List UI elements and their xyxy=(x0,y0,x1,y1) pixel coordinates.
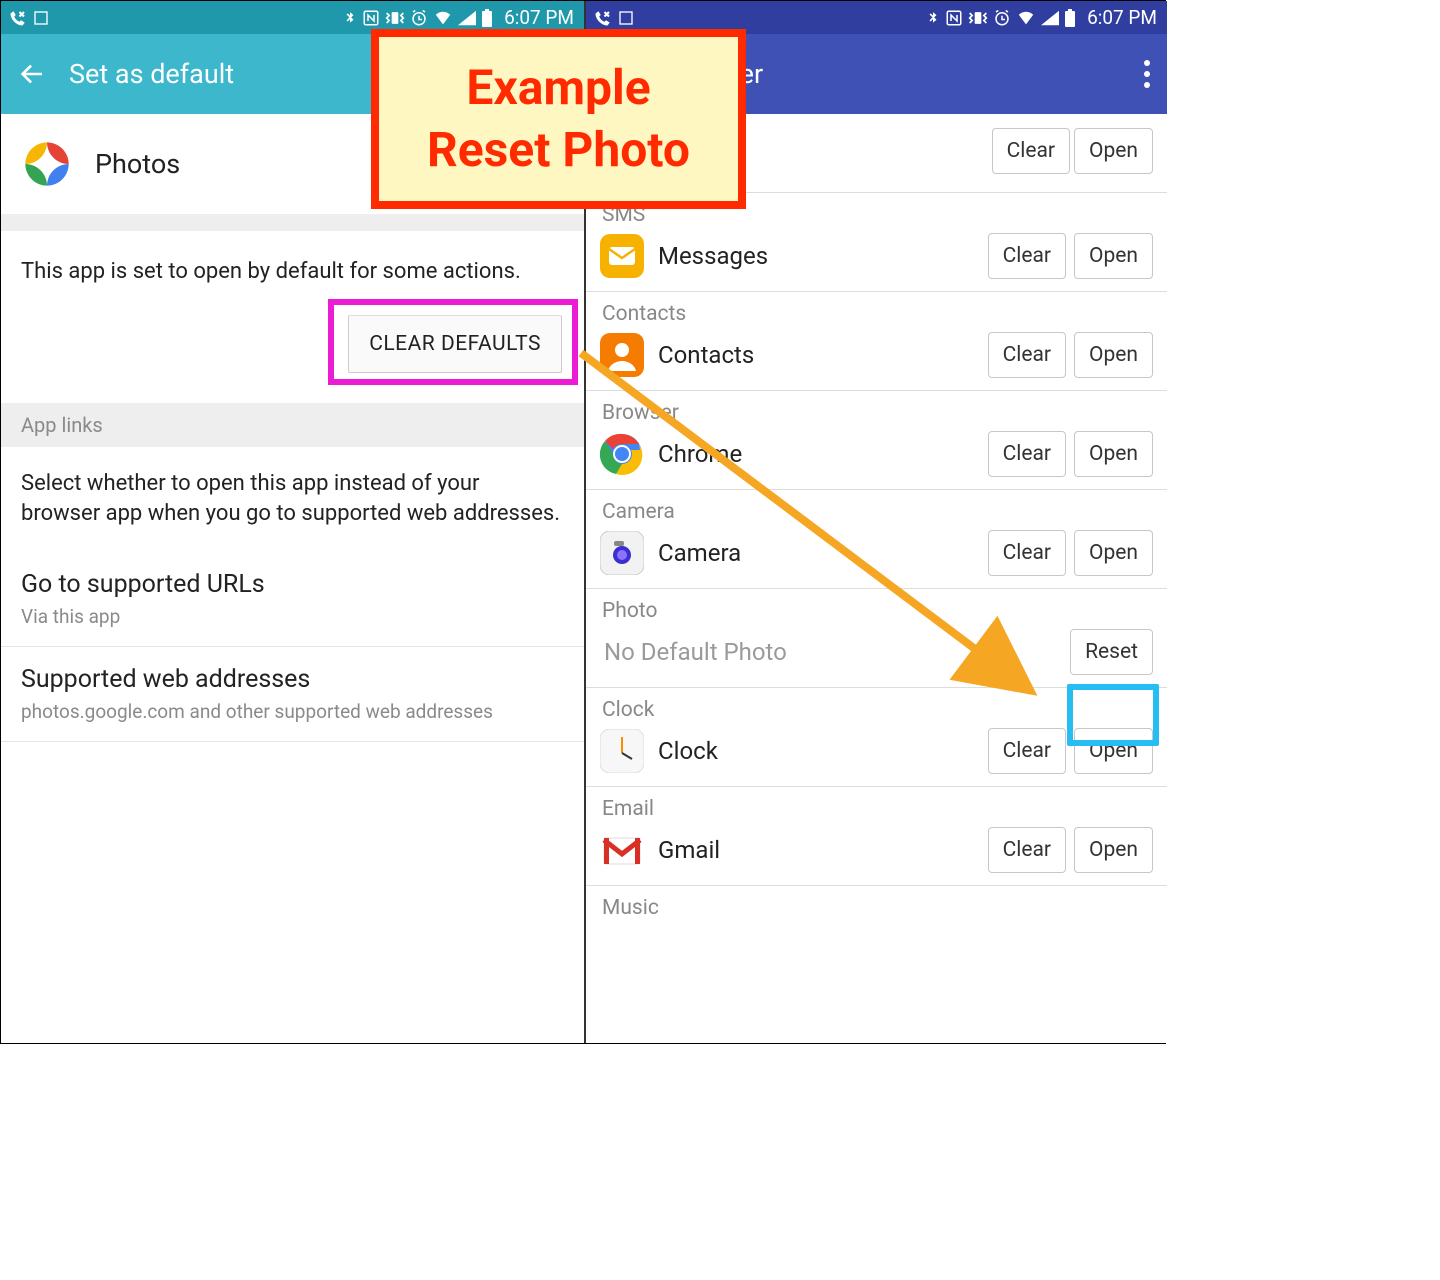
clear-defaults-container: CLEAR DEFAULTS xyxy=(1,287,584,403)
category-row: Browser Chrome ClearOpen xyxy=(586,391,1167,490)
wifi-icon xyxy=(1016,10,1036,26)
open-button[interactable]: Open xyxy=(1074,128,1153,174)
vibrate-icon xyxy=(385,10,405,26)
app-name: Contacts xyxy=(658,341,754,369)
open-button[interactable]: Open xyxy=(1074,233,1153,279)
item-subtitle: photos.google.com and other supported we… xyxy=(21,700,564,723)
screenshot-icon xyxy=(618,10,634,26)
open-button[interactable]: Open xyxy=(1074,332,1153,378)
bluetooth-icon xyxy=(926,9,940,27)
app-name: Gmail xyxy=(658,836,720,864)
app-name: Camera xyxy=(658,539,741,567)
status-time: 6:07 PM xyxy=(1087,6,1157,29)
default-text: This app is set to open by default for s… xyxy=(1,231,584,287)
category-label: Camera xyxy=(602,500,1153,524)
overflow-menu-icon[interactable] xyxy=(1143,60,1151,88)
app-manager-list: Clear Open SMSMessagesClearOpenContactsC… xyxy=(586,114,1167,1043)
screenshot-icon xyxy=(33,10,49,26)
alarm-icon xyxy=(410,9,428,27)
cyan-highlight xyxy=(1067,684,1159,746)
divider xyxy=(1,214,584,231)
clear-button[interactable]: Clear xyxy=(988,530,1066,576)
category-label: Music xyxy=(602,896,1153,920)
chrome-icon xyxy=(600,432,644,476)
callout-line1: Example xyxy=(466,57,650,119)
messages-icon xyxy=(600,234,644,278)
wifi-calling-icon xyxy=(594,9,612,27)
item-title: Go to supported URLs xyxy=(21,570,564,599)
category-row: Email Gmail ClearOpen xyxy=(586,787,1167,886)
clear-button[interactable]: Clear xyxy=(992,128,1070,174)
status-right-icons: 6:07 PM xyxy=(343,6,574,29)
vibrate-icon xyxy=(968,10,988,26)
status-time: 6:07 PM xyxy=(504,6,574,29)
status-right-icons: 6:07 PM xyxy=(926,6,1157,29)
contacts-icon xyxy=(600,333,644,377)
magenta-highlight xyxy=(328,299,578,385)
open-button[interactable]: Open xyxy=(1074,431,1153,477)
category-row: Camera Camera ClearOpen xyxy=(586,490,1167,589)
reset-button[interactable]: Reset xyxy=(1070,629,1153,675)
supported-web-addresses[interactable]: Supported web addresses photos.google.co… xyxy=(1,647,584,742)
app-links-description: Select whether to open this app instead … xyxy=(1,447,584,553)
camera-icon xyxy=(600,531,644,575)
wifi-calling-icon xyxy=(9,9,27,27)
battery-icon xyxy=(481,9,493,27)
google-photos-icon xyxy=(21,138,73,190)
clock-icon xyxy=(600,729,644,773)
alarm-icon xyxy=(993,9,1011,27)
go-to-supported-urls[interactable]: Go to supported URLs Via this app xyxy=(1,552,584,647)
category-label: Contacts xyxy=(602,302,1153,326)
clear-button[interactable]: Clear xyxy=(988,728,1066,774)
signal-icon xyxy=(458,10,476,26)
gmail-icon xyxy=(600,828,644,872)
app-name: Chrome xyxy=(658,440,742,468)
app-name: Messages xyxy=(658,242,768,270)
nfc-icon xyxy=(945,9,963,27)
nfc-icon xyxy=(362,9,380,27)
tutorial-composite: 6:07 PM Set as default Photos This app i… xyxy=(0,0,1166,1044)
clear-button[interactable]: Clear xyxy=(988,233,1066,279)
clear-button[interactable]: Clear xyxy=(988,431,1066,477)
category-row: Contacts Contacts ClearOpen xyxy=(586,292,1167,391)
open-button[interactable]: Open xyxy=(1074,827,1153,873)
app-name: Clock xyxy=(658,737,718,765)
clear-button[interactable]: Clear xyxy=(988,332,1066,378)
category-label: Email xyxy=(602,797,1153,821)
app-links-header: App links xyxy=(1,403,584,447)
example-callout: Example Reset Photo xyxy=(371,29,746,209)
wifi-icon xyxy=(433,10,453,26)
appbar-title-left: Set as default xyxy=(69,58,234,90)
back-arrow-icon[interactable] xyxy=(17,59,47,89)
no-default-text: No Default Photo xyxy=(604,638,787,666)
category-label: Browser xyxy=(602,401,1153,425)
status-left-icons xyxy=(9,9,49,27)
battery-icon xyxy=(1064,9,1076,27)
app-name: Photos xyxy=(95,148,180,180)
open-button[interactable]: Open xyxy=(1074,530,1153,576)
bluetooth-icon xyxy=(343,9,357,27)
item-subtitle: Via this app xyxy=(21,605,564,628)
category-row-music-partial: Music xyxy=(586,886,1167,938)
category-label: Photo xyxy=(602,599,1153,623)
item-title: Supported web addresses xyxy=(21,665,564,694)
clear-button[interactable]: Clear xyxy=(988,827,1066,873)
status-left-icons xyxy=(594,9,634,27)
signal-icon xyxy=(1041,10,1059,26)
callout-line2: Reset Photo xyxy=(427,119,690,181)
category-row-photo: Photo No Default Photo Reset xyxy=(586,589,1167,688)
